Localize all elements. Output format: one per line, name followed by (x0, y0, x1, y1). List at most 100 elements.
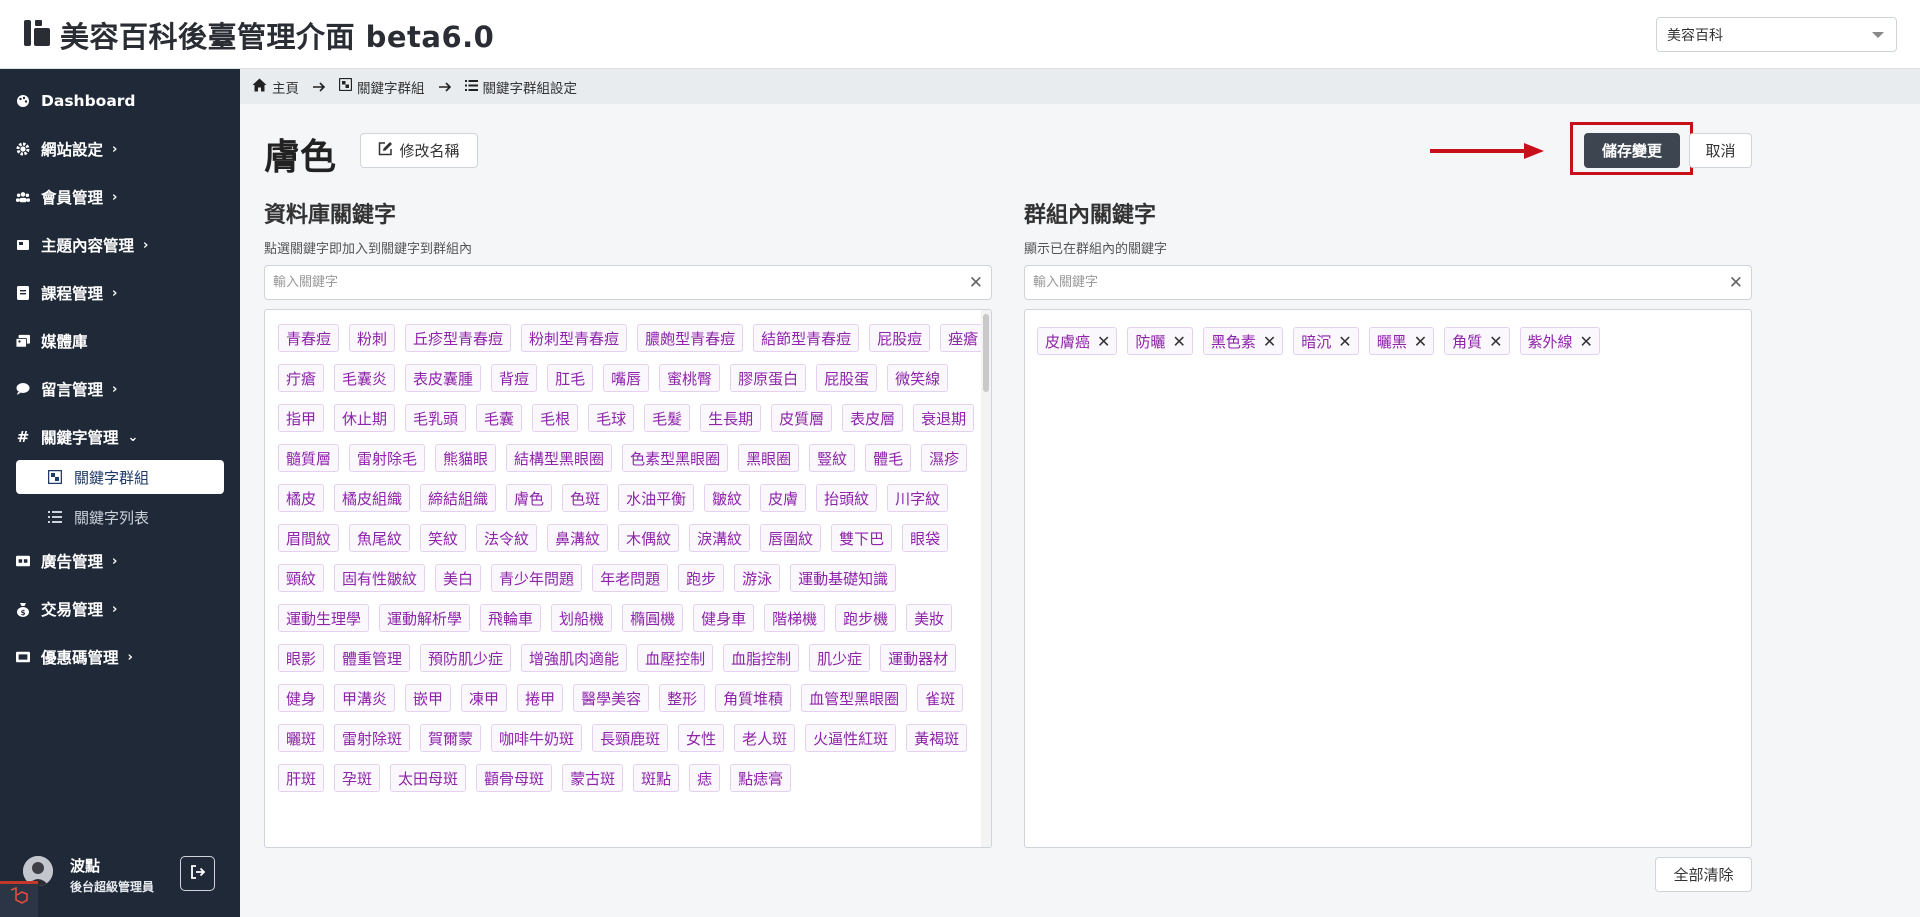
keyword-tag[interactable]: 划船機 (551, 604, 613, 632)
keyword-tag[interactable]: 皮質層 (771, 404, 833, 432)
keyword-tag[interactable]: 魚尾紋 (349, 524, 411, 552)
keyword-tag[interactable]: 熊貓眼 (435, 444, 497, 472)
cancel-button[interactable]: 取消 (1689, 133, 1752, 168)
keyword-tag[interactable]: 丘疹型青春痘 (405, 324, 512, 352)
keyword-tag[interactable]: 粉刺 (349, 324, 396, 352)
framework-badge[interactable] (0, 881, 38, 917)
keyword-tag[interactable]: 毛囊 (476, 404, 523, 432)
keyword-tag[interactable]: 體毛 (865, 444, 912, 472)
keyword-tag[interactable]: 咖啡牛奶斑 (491, 724, 583, 752)
site-select[interactable]: 美容百科 (1656, 17, 1897, 52)
keyword-tag[interactable]: 屁股痘 (869, 324, 931, 352)
keyword-tag[interactable]: 曬斑 (278, 724, 325, 752)
sidebar-item-keywords[interactable]: # 關鍵字管理 ⌄ (0, 417, 240, 457)
keyword-tag[interactable]: 毛球 (588, 404, 635, 432)
keyword-tag[interactable]: 階梯機 (764, 604, 826, 632)
remove-icon[interactable]: ✕ (1580, 332, 1593, 351)
keyword-tag[interactable]: 眼影 (278, 644, 325, 672)
keyword-tag[interactable]: 飛輪車 (480, 604, 542, 632)
keyword-tag[interactable]: 蒙古斑 (562, 764, 624, 792)
remove-icon[interactable]: ✕ (1414, 332, 1427, 351)
keyword-tag[interactable]: 血脂控制 (723, 644, 800, 672)
keyword-tag[interactable]: 預防肌少症 (420, 644, 512, 672)
remove-icon[interactable]: ✕ (1172, 332, 1185, 351)
keyword-tag[interactable]: 女性 (678, 724, 725, 752)
keyword-tag[interactable]: 跑步機 (835, 604, 897, 632)
keyword-tag[interactable]: 毛髮 (644, 404, 691, 432)
keyword-tag[interactable]: 毛根 (532, 404, 579, 432)
keyword-tag[interactable]: 游泳 (734, 564, 781, 592)
keyword-tag[interactable]: 青春痘 (278, 324, 340, 352)
keyword-tag[interactable]: 締結組織 (420, 484, 497, 512)
keyword-tag[interactable]: 結節型青春痘 (753, 324, 860, 352)
database-search-input[interactable] (273, 275, 920, 290)
keyword-tag[interactable]: 橢圓機 (622, 604, 684, 632)
keyword-tag[interactable]: 皺紋 (704, 484, 751, 512)
keyword-tag[interactable]: 微笑線 (887, 364, 949, 392)
keyword-tag[interactable]: 孕斑 (334, 764, 381, 792)
keyword-tag[interactable]: 豎紋 (809, 444, 856, 472)
keyword-tag[interactable]: 鼻溝紋 (547, 524, 609, 552)
keyword-tag[interactable]: 濕疹 (921, 444, 968, 472)
sidebar-item-site-settings[interactable]: 網站設定 › (0, 129, 240, 169)
keyword-tag[interactable]: 醫學美容 (573, 684, 650, 712)
keyword-tag[interactable]: 運動基礎知識 (790, 564, 897, 592)
keyword-tag[interactable]: 膚色 (506, 484, 553, 512)
keyword-tag[interactable]: 體重管理 (334, 644, 411, 672)
keyword-tag[interactable]: 水油平衡 (618, 484, 695, 512)
keyword-tag[interactable]: 頸紋 (278, 564, 325, 592)
rename-button[interactable]: 修改名稱 (360, 133, 478, 168)
sidebar-item-media[interactable]: 媒體庫 (0, 321, 240, 361)
keyword-tag[interactable]: 年老問題 (592, 564, 669, 592)
scrollbar[interactable] (981, 310, 991, 847)
keyword-tag[interactable]: 肝斑 (278, 764, 325, 792)
clear-icon[interactable]: ✕ (969, 273, 983, 293)
keyword-tag[interactable]: 美白 (435, 564, 482, 592)
keyword-tag[interactable]: 背痘 (491, 364, 538, 392)
sidebar-item-courses[interactable]: 課程管理 › (0, 273, 240, 313)
keyword-tag[interactable]: 橘皮組織 (334, 484, 411, 512)
keyword-tag[interactable]: 嘴唇 (603, 364, 650, 392)
keyword-tag[interactable]: 美妝 (906, 604, 953, 632)
scrollbar-thumb[interactable] (983, 314, 989, 392)
keyword-tag[interactable]: 疔瘡 (278, 364, 325, 392)
keyword-tag[interactable]: 橘皮 (278, 484, 325, 512)
keyword-tag[interactable]: 嵌甲 (405, 684, 452, 712)
keyword-tag[interactable]: 雷射除毛 (349, 444, 426, 472)
keyword-tag[interactable]: 痤瘡 (940, 324, 987, 352)
keyword-tag[interactable]: 斑點 (633, 764, 680, 792)
clear-icon[interactable]: ✕ (1729, 273, 1743, 293)
keyword-tag[interactable]: 表皮囊腫 (405, 364, 482, 392)
keyword-tag[interactable]: 川字紋 (887, 484, 949, 512)
keyword-tag[interactable]: 毛囊炎 (334, 364, 396, 392)
keyword-tag[interactable]: 凍甲 (461, 684, 508, 712)
keyword-tag[interactable]: 眼袋 (902, 524, 949, 552)
keyword-tag[interactable]: 增強肌肉適能 (521, 644, 628, 672)
clear-all-button[interactable]: 全部清除 (1655, 857, 1752, 892)
keyword-tag[interactable]: 指甲 (278, 404, 325, 432)
sidebar-item-dashboard[interactable]: Dashboard (0, 81, 240, 121)
sidebar-item-content[interactable]: 主題內容管理 › (0, 225, 240, 265)
keyword-tag[interactable]: 抬頭紋 (816, 484, 878, 512)
breadcrumb-home[interactable]: 主頁 (252, 77, 299, 97)
remove-icon[interactable]: ✕ (1263, 332, 1276, 351)
keyword-tag[interactable]: 衰退期 (913, 404, 975, 432)
sidebar-item-transactions[interactable]: $ 交易管理 › (0, 589, 240, 629)
keyword-tag[interactable]: 雷射除斑 (334, 724, 411, 752)
keyword-tag[interactable]: 血壓控制 (637, 644, 714, 672)
keyword-tag[interactable]: 甲溝炎 (334, 684, 396, 712)
logout-button[interactable] (180, 856, 215, 891)
keyword-tag[interactable]: 血管型黑眼圈 (801, 684, 908, 712)
keyword-tag[interactable]: 結構型黑眼圈 (506, 444, 613, 472)
keyword-tag[interactable]: 運動解析學 (379, 604, 471, 632)
keyword-tag[interactable]: 雙下巴 (831, 524, 893, 552)
keyword-tag[interactable]: 賀爾蒙 (420, 724, 482, 752)
keyword-tag[interactable]: 老人斑 (734, 724, 796, 752)
sidebar-item-keyword-list[interactable]: 關鍵字列表 (16, 500, 224, 534)
keyword-tag[interactable]: 青少年問題 (491, 564, 583, 592)
keyword-tag[interactable]: 生長期 (700, 404, 762, 432)
keyword-tag[interactable]: 捲甲 (517, 684, 564, 712)
keyword-tag[interactable]: 健身車 (693, 604, 755, 632)
keyword-tag[interactable]: 休止期 (334, 404, 396, 432)
keyword-tag[interactable]: 肛毛 (547, 364, 594, 392)
